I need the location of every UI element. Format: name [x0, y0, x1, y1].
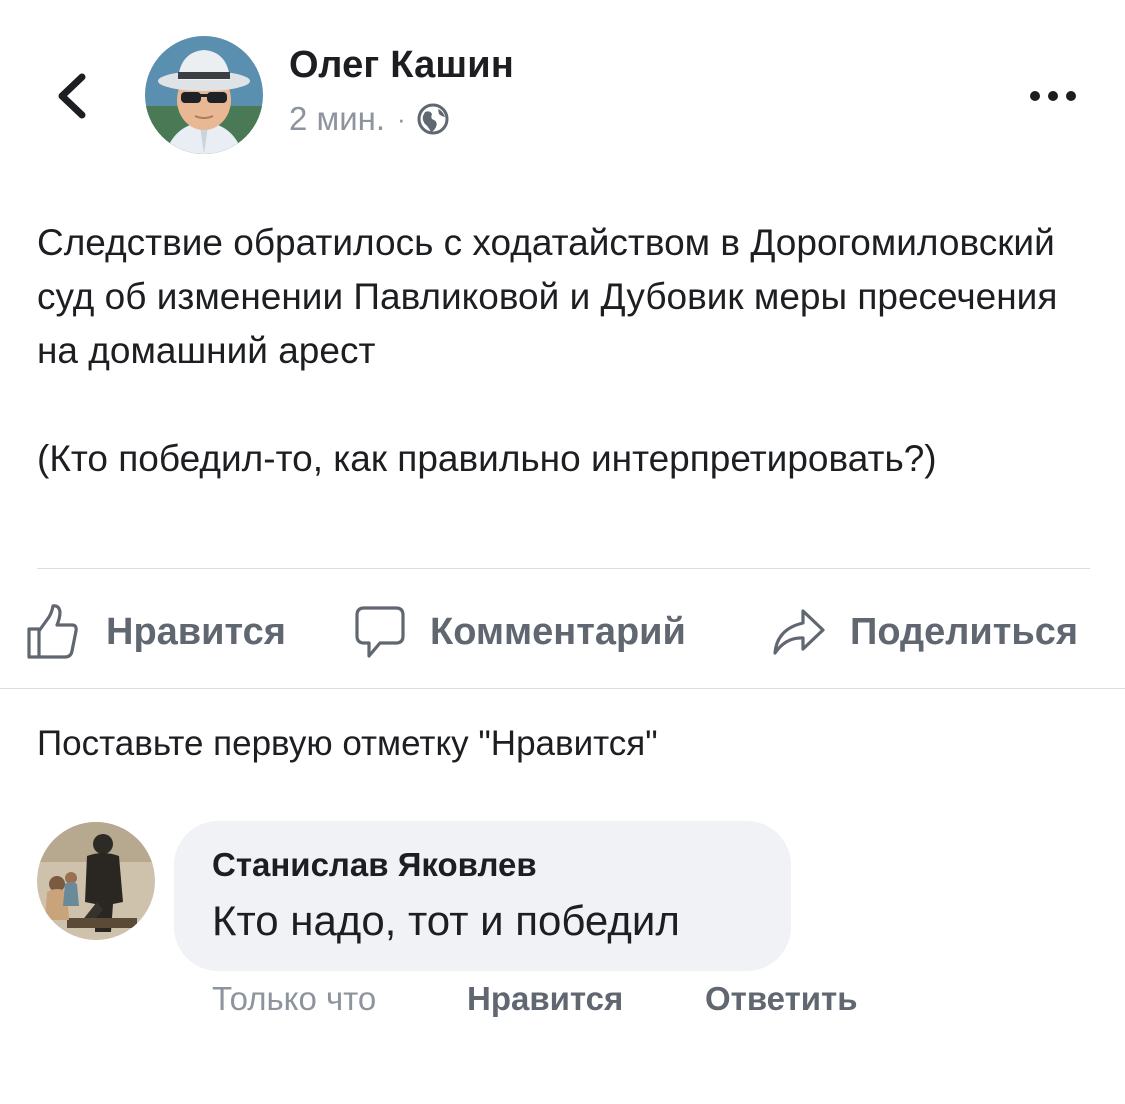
- share-label: Поделиться: [850, 610, 1079, 653]
- author-avatar[interactable]: [145, 36, 263, 154]
- comment-bubble[interactable]: [174, 821, 791, 971]
- comment-button[interactable]: Комментарий: [354, 600, 686, 664]
- share-button[interactable]: Поделиться: [772, 600, 1078, 664]
- more-options-button[interactable]: [1020, 76, 1086, 116]
- comment-bubble-icon: [355, 606, 405, 658]
- divider: [37, 568, 1090, 569]
- commenter-name[interactable]: Станислав Яковлев: [212, 846, 537, 884]
- share-arrow-icon: [773, 609, 825, 655]
- post-paragraph: Следствие обратилось с ходатайством в До…: [37, 222, 1058, 371]
- like-button[interactable]: Нравится: [26, 600, 286, 664]
- thumbs-up-icon: [27, 604, 78, 659]
- chevron-left-icon: [58, 73, 86, 119]
- comment-like-button[interactable]: Нравится: [467, 980, 623, 1018]
- comment-label: Комментарий: [430, 610, 686, 653]
- post-paragraph: (Кто победил-то, как правильно интерпрет…: [37, 438, 937, 479]
- comment-reply-button[interactable]: Ответить: [705, 980, 858, 1018]
- globe-icon: [416, 102, 450, 136]
- first-like-prompt[interactable]: Поставьте первую отметку "Нравится": [37, 724, 658, 764]
- post-timestamp[interactable]: 2 мин.: [289, 100, 385, 138]
- meta-separator: ·: [397, 103, 406, 134]
- comment-text: Кто надо, тот и победил: [212, 897, 680, 944]
- comment-timestamp: Только что: [212, 980, 377, 1017]
- divider: [0, 688, 1125, 689]
- back-button[interactable]: [42, 66, 102, 126]
- author-name[interactable]: Олег Кашин: [289, 44, 514, 87]
- commenter-avatar[interactable]: [37, 822, 155, 940]
- like-label: Нравится: [106, 610, 286, 653]
- post-body: Следствие обратилось с ходатайством в До…: [37, 216, 1097, 486]
- more-horizontal-icon: [1030, 91, 1076, 101]
- post-meta: 2 мин. ·: [289, 100, 450, 138]
